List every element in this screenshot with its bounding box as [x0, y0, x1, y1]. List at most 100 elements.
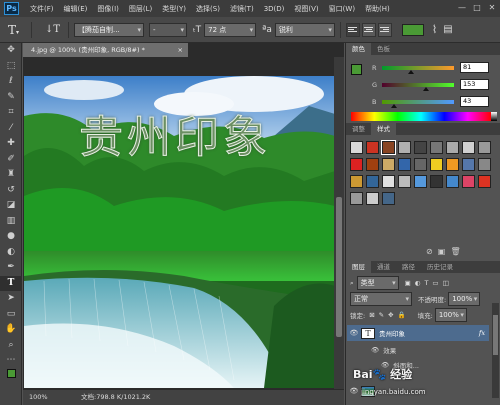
- style-swatch[interactable]: [366, 158, 379, 171]
- hand-tool-icon[interactable]: ✋: [0, 322, 22, 338]
- tab-layers[interactable]: 图层: [346, 261, 371, 273]
- style-swatch[interactable]: [350, 141, 363, 154]
- opacity-input[interactable]: 100%: [448, 292, 481, 306]
- vertical-scrollbar[interactable]: [334, 57, 344, 390]
- tab-channels[interactable]: 通道: [371, 261, 396, 273]
- menu-type[interactable]: 类型(Y): [157, 4, 191, 14]
- align-right-button[interactable]: [377, 22, 392, 37]
- orientation-toggle-icon[interactable]: ↓T: [45, 22, 63, 38]
- canvas-text-layer[interactable]: 贵州印象: [79, 101, 271, 165]
- lock-icons[interactable]: ⊠✎✥🔒: [369, 311, 409, 319]
- menu-help[interactable]: 帮助(H): [360, 4, 395, 14]
- shape-tool-icon[interactable]: ▭: [0, 307, 22, 323]
- type-tool-icon[interactable]: T: [0, 275, 22, 291]
- tab-swatches[interactable]: 色板: [371, 43, 396, 55]
- style-swatch[interactable]: [446, 141, 459, 154]
- foreground-swatch[interactable]: [351, 64, 362, 75]
- fx-icon[interactable]: fx: [479, 329, 485, 337]
- delete-style-icon[interactable]: 🗑: [450, 247, 460, 256]
- style-swatch[interactable]: [446, 175, 459, 188]
- marquee-tool-icon[interactable]: ⬚: [0, 59, 22, 75]
- pen-tool-icon[interactable]: ✒: [0, 260, 22, 276]
- style-swatch[interactable]: [350, 175, 363, 188]
- style-swatch[interactable]: [350, 192, 363, 205]
- healing-brush-icon[interactable]: ✚: [0, 136, 22, 152]
- effects-eye-icon[interactable]: 👁: [371, 346, 379, 354]
- font-style-select[interactable]: -: [149, 22, 187, 37]
- brush-tool-icon[interactable]: ✐: [0, 152, 22, 168]
- style-swatch[interactable]: [430, 141, 443, 154]
- eraser-icon[interactable]: ◪: [0, 198, 22, 214]
- align-left-button[interactable]: [345, 22, 360, 37]
- blend-mode-select[interactable]: 正常: [350, 292, 412, 306]
- menu-select[interactable]: 选择(S): [191, 4, 225, 14]
- crop-tool-icon[interactable]: ⌗: [0, 105, 22, 121]
- text-color-swatch[interactable]: [401, 23, 424, 36]
- green-knob[interactable]: [423, 86, 429, 91]
- eyedropper-icon[interactable]: ⁄: [0, 121, 22, 137]
- style-swatch[interactable]: [462, 141, 475, 154]
- style-swatch[interactable]: [430, 175, 443, 188]
- menu-edit[interactable]: 编辑(E): [59, 4, 93, 14]
- style-swatch[interactable]: [446, 158, 459, 171]
- tab-styles[interactable]: 样式: [371, 123, 396, 135]
- history-brush-icon[interactable]: ↺: [0, 183, 22, 199]
- zoom-tool-icon[interactable]: ⌕: [0, 338, 22, 354]
- move-tool-icon[interactable]: ✥: [0, 43, 22, 59]
- style-swatch[interactable]: [366, 175, 379, 188]
- filter-icons[interactable]: ▣◐T▭◫: [405, 279, 453, 287]
- menu-image[interactable]: 图像(I): [92, 4, 124, 14]
- blue-slider[interactable]: [382, 99, 454, 108]
- eye-icon[interactable]: 👁: [347, 329, 361, 337]
- fill-input[interactable]: 100%: [434, 308, 467, 322]
- more-tools-icon[interactable]: ⋯: [0, 353, 22, 369]
- style-swatch[interactable]: [478, 141, 491, 154]
- dodge-tool-icon[interactable]: ◐: [0, 245, 22, 261]
- font-size-select[interactable]: 72 点: [204, 22, 257, 37]
- style-swatch[interactable]: [382, 175, 395, 188]
- close-tab-icon[interactable]: ×: [178, 43, 183, 57]
- bw-ramp[interactable]: [491, 112, 497, 121]
- red-slider[interactable]: [382, 65, 454, 74]
- clone-stamp-icon[interactable]: ♜: [0, 167, 22, 183]
- style-swatch[interactable]: [398, 141, 411, 154]
- menu-filter[interactable]: 滤镜(T): [225, 4, 259, 14]
- green-value[interactable]: 153: [460, 79, 489, 90]
- style-swatch[interactable]: [366, 141, 379, 154]
- style-swatch[interactable]: [414, 158, 427, 171]
- tab-paths[interactable]: 路径: [396, 261, 421, 273]
- font-family-select[interactable]: 【腾茄自制...: [74, 22, 144, 37]
- effects-row[interactable]: 👁 效果: [347, 342, 489, 358]
- quick-select-icon[interactable]: ✎: [0, 90, 22, 106]
- minimize-button[interactable]: —: [456, 2, 468, 13]
- new-style-icon[interactable]: ▣: [438, 247, 446, 256]
- gradient-tool-icon[interactable]: ▥: [0, 214, 22, 230]
- style-swatch[interactable]: [478, 158, 491, 171]
- image-canvas[interactable]: 贵州印象: [24, 76, 335, 388]
- no-style-icon[interactable]: ⊘: [426, 247, 433, 256]
- blue-knob[interactable]: [391, 103, 397, 108]
- tab-adjustments[interactable]: 调整: [346, 123, 371, 135]
- menu-view[interactable]: 视图(V): [289, 4, 323, 14]
- style-swatch[interactable]: [430, 158, 443, 171]
- layer-kind-select[interactable]: 类型: [356, 276, 399, 290]
- red-value[interactable]: 81: [460, 62, 489, 73]
- blur-tool-icon[interactable]: ●: [0, 229, 22, 245]
- layers-scroll-thumb[interactable]: [493, 315, 498, 355]
- style-swatch[interactable]: [414, 141, 427, 154]
- style-swatch[interactable]: [381, 140, 396, 155]
- zoom-level[interactable]: 100%: [29, 390, 48, 405]
- style-swatch[interactable]: [462, 175, 475, 188]
- style-swatch[interactable]: [382, 192, 395, 205]
- lasso-tool-icon[interactable]: ℓ: [0, 74, 22, 90]
- style-swatch[interactable]: [478, 175, 491, 188]
- menu-layer[interactable]: 图层(L): [124, 4, 157, 14]
- style-swatch[interactable]: [462, 158, 475, 171]
- layer-row-text[interactable]: 👁 T 贵州印象 fx: [347, 325, 489, 341]
- anti-alias-select[interactable]: 锐利: [274, 22, 335, 37]
- path-select-icon[interactable]: ➤: [0, 291, 22, 307]
- blue-value[interactable]: 43: [460, 96, 489, 107]
- tab-color[interactable]: 颜色: [346, 43, 371, 55]
- color-swap-icon[interactable]: [0, 368, 22, 389]
- warp-text-icon[interactable]: ⌇: [432, 23, 437, 36]
